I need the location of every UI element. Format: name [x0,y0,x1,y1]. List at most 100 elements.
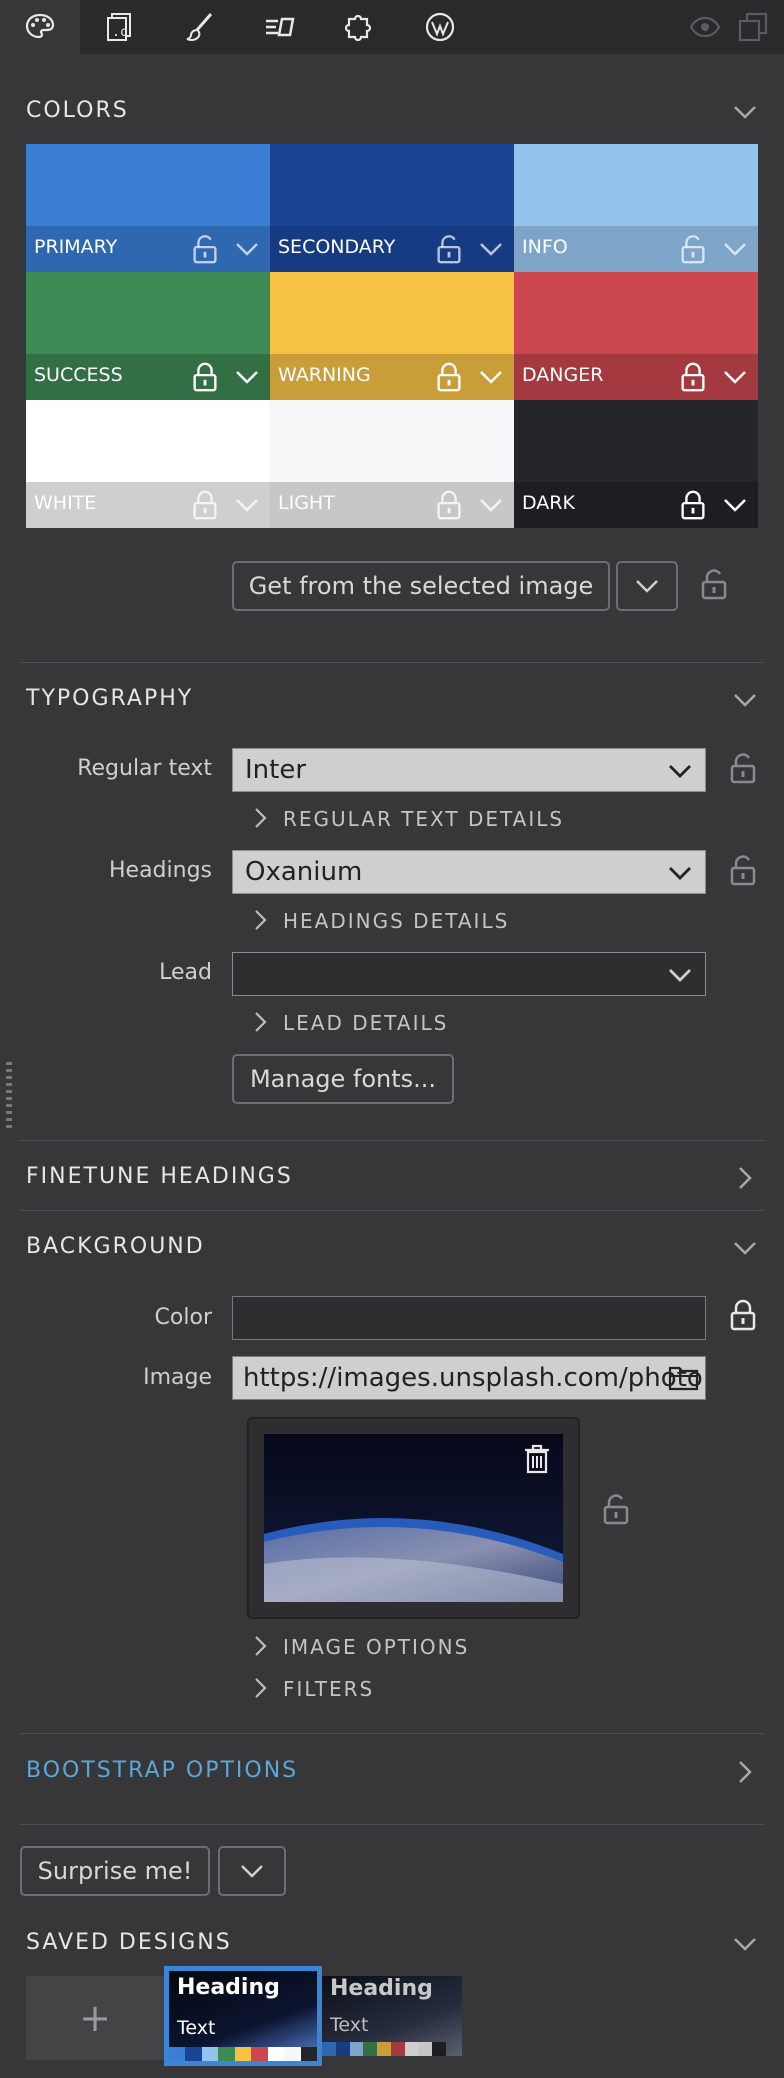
swatch-label-bar: WHITE [26,482,270,528]
background-color-label: Color [154,1305,212,1330]
headings-details-toggle[interactable]: HEADINGS DETAILS [283,909,509,933]
section-divider [20,1210,764,1211]
color-swatch-light[interactable]: LIGHT [270,400,514,528]
brush-icon[interactable] [160,0,240,54]
regular-text-details-toggle[interactable]: REGULAR TEXT DETAILS [283,807,564,831]
chevron-down-icon[interactable] [731,98,759,126]
background-image-url: https://images.unsplash.com/photo [243,1363,703,1393]
color-swatch-white[interactable]: WHITE [26,400,270,528]
background-color-input[interactable] [232,1296,706,1340]
lock-icon[interactable] [190,361,220,393]
color-swatch-danger[interactable]: DANGER [514,272,758,400]
headings-font-select[interactable]: Oxanium [232,850,706,894]
saved-design-item[interactable]: Heading Text [322,1976,462,2056]
palette-icon[interactable] [0,0,80,54]
surprise-me-dropdown[interactable] [218,1846,286,1896]
chevron-down-icon[interactable] [234,236,260,262]
chevron-down-icon[interactable] [234,492,260,518]
wordpress-icon[interactable] [400,0,480,54]
chevron-down-icon[interactable] [731,686,759,714]
chevron-down-icon[interactable] [478,364,504,390]
chevron-right-icon[interactable] [252,909,270,931]
swatch-label-bar: DANGER [514,354,758,400]
chevron-right-icon[interactable] [252,807,270,829]
section-divider [20,1824,764,1825]
chevron-down-icon[interactable] [731,1930,759,1958]
unlock-icon[interactable] [699,567,729,601]
resize-handle[interactable] [6,1062,12,1130]
unlock-icon[interactable] [434,233,464,265]
puzzle-icon[interactable] [320,0,400,54]
regular-text-font-select[interactable]: Inter [232,748,706,792]
code-file-icon[interactable]: .c [80,0,160,54]
swatch-label: LIGHT [278,492,335,514]
color-swatch-secondary[interactable]: SECONDARY [270,144,514,272]
swatch-label: SECONDARY [278,236,396,258]
bootstrap-options-section-title[interactable]: BOOTSTRAP OPTIONS [26,1758,298,1783]
lock-icon[interactable] [434,489,464,521]
image-options-toggle[interactable]: IMAGE OPTIONS [283,1635,469,1659]
lock-icon[interactable] [678,489,708,521]
color-swatch-warning[interactable]: WARNING [270,272,514,400]
saved-designs-section-title[interactable]: SAVED DESIGNS [26,1930,232,1955]
duplicate-icon[interactable] [736,10,770,44]
typography-section-title[interactable]: TYPOGRAPHY [26,686,193,711]
swatch-label: WARNING [278,364,371,386]
chevron-right-icon[interactable] [252,1011,270,1033]
unlock-icon[interactable] [190,233,220,265]
palette-chip [169,2047,186,2061]
chevron-down-icon[interactable] [722,236,748,262]
manage-fonts-button[interactable]: Manage fonts... [232,1054,454,1104]
chevron-right-icon[interactable] [252,1677,270,1699]
unlock-icon[interactable] [728,751,758,785]
chevron-down-icon[interactable] [722,364,748,390]
unlock-icon[interactable] [728,853,758,887]
section-divider [20,1733,764,1734]
chevron-down-icon[interactable] [234,364,260,390]
color-swatch-dark[interactable]: DARK [514,400,758,528]
unlock-icon[interactable] [678,233,708,265]
lock-icon[interactable] [190,489,220,521]
chevron-down-icon[interactable] [478,492,504,518]
color-swatch-info[interactable]: INFO [514,144,758,272]
palette-chip [185,2047,202,2061]
chevron-down-icon[interactable] [478,236,504,262]
saved-design-selected[interactable]: Heading Text [164,1966,322,2066]
chevron-down-icon [669,867,691,880]
lock-icon[interactable] [434,361,464,393]
color-swatch-primary[interactable]: PRIMARY [26,144,270,272]
swatch-label: DARK [522,492,575,514]
text-layout-icon[interactable] [240,0,320,54]
chevron-right-icon[interactable] [252,1635,270,1657]
swatch-label-bar: LIGHT [270,482,514,528]
eye-icon[interactable] [688,10,722,44]
palette-chip [404,2042,419,2056]
lock-icon[interactable] [728,1298,758,1332]
background-section-title[interactable]: BACKGROUND [26,1234,205,1259]
finetune-headings-section-title[interactable]: FINETUNE HEADINGS [26,1164,293,1189]
color-swatch-success[interactable]: SUCCESS [26,272,270,400]
add-design-button[interactable]: + [26,1976,164,2060]
lead-font-select[interactable] [232,952,706,996]
chevron-down-icon [241,1865,263,1878]
folder-icon[interactable] [668,1364,700,1392]
lead-details-toggle[interactable]: LEAD DETAILS [283,1011,448,1035]
chevron-down-icon[interactable] [731,1234,759,1262]
chevron-down-icon[interactable] [722,492,748,518]
swatch-label: PRIMARY [34,236,118,258]
design-text: Text [177,2017,216,2039]
section-divider [20,662,764,663]
chevron-right-icon[interactable] [731,1758,759,1786]
unlock-icon[interactable] [601,1492,631,1526]
background-image-input[interactable]: https://images.unsplash.com/photo [232,1356,706,1400]
lock-icon[interactable] [678,361,708,393]
trash-icon[interactable] [520,1442,554,1476]
colors-section-title[interactable]: COLORS [26,98,129,123]
background-image-preview[interactable] [264,1434,563,1602]
add-design-label: + [79,1996,111,2040]
get-from-image-button[interactable]: Get from the selected image [232,561,610,611]
chevron-right-icon[interactable] [731,1164,759,1192]
get-from-image-dropdown[interactable] [616,561,678,611]
surprise-me-button[interactable]: Surprise me! [20,1846,210,1896]
filters-toggle[interactable]: FILTERS [283,1677,374,1701]
